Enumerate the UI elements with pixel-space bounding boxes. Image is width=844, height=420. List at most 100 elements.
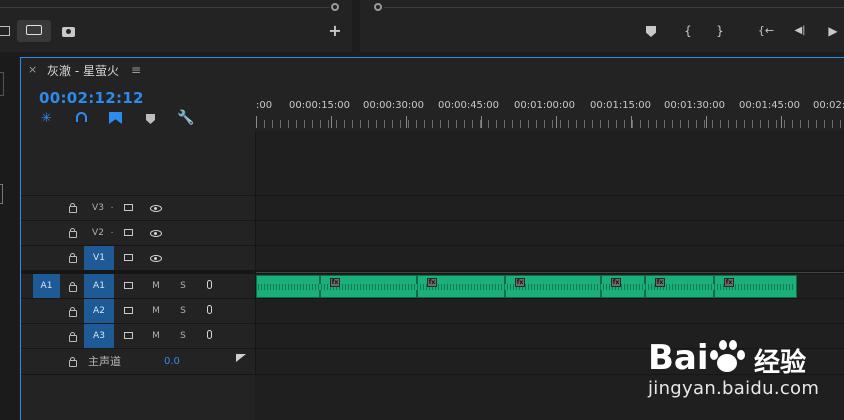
watermark: Bai 经验 jingyan.baidu.com bbox=[644, 332, 844, 412]
track-dot: . bbox=[110, 226, 114, 236]
lock-icon-body bbox=[69, 256, 77, 263]
lock-icon-body bbox=[69, 206, 77, 213]
toggle-output-eye-icon[interactable] bbox=[150, 205, 162, 212]
track-target-a3[interactable]: A3 bbox=[84, 324, 114, 348]
ruler-label: 00:02:0 bbox=[813, 100, 844, 111]
mark-in-button[interactable]: { bbox=[683, 24, 693, 38]
lock-icon-body bbox=[69, 360, 77, 367]
overwrite-icon bbox=[26, 25, 42, 35]
lock-icon-body bbox=[69, 310, 77, 317]
toggle-output-eye-icon[interactable] bbox=[150, 230, 162, 237]
track-label-v2[interactable]: V2 bbox=[88, 228, 108, 238]
eye-pupil bbox=[154, 256, 157, 260]
track-dot: . bbox=[110, 201, 114, 211]
ruler-major-ticks bbox=[256, 116, 844, 128]
toggle-sync-lock-icon[interactable] bbox=[124, 254, 133, 261]
camera-icon[interactable] bbox=[62, 27, 75, 37]
source-playhead-knob[interactable] bbox=[331, 3, 339, 11]
toggle-sync-lock-icon[interactable] bbox=[124, 204, 133, 211]
play-button[interactable]: ▶ bbox=[826, 24, 840, 38]
add-button[interactable]: + bbox=[328, 23, 342, 39]
watermark-url: jingyan.baidu.com bbox=[648, 378, 820, 399]
fx-badge[interactable]: fx bbox=[611, 278, 621, 287]
baidu-paw-icon bbox=[706, 338, 746, 374]
watermark-brand: Bai bbox=[648, 338, 709, 378]
lock-icon-body bbox=[69, 335, 77, 342]
toggle-output-eye-icon[interactable] bbox=[150, 255, 162, 262]
track-target-a2[interactable]: A2 bbox=[84, 299, 114, 323]
fx-badge[interactable]: fx bbox=[724, 278, 734, 287]
close-tab-button[interactable]: × bbox=[28, 63, 37, 76]
mark-out-button[interactable]: } bbox=[715, 24, 725, 38]
watermark-cn: 经验 bbox=[754, 348, 807, 378]
paw-toe bbox=[737, 350, 745, 360]
program-playhead-knob[interactable] bbox=[374, 3, 382, 11]
camera-lens bbox=[66, 29, 71, 34]
mute-button[interactable]: M bbox=[150, 331, 162, 341]
eye-pupil bbox=[154, 206, 157, 210]
paw-toe bbox=[719, 340, 727, 350]
voice-over-mic-icon[interactable] bbox=[207, 305, 212, 314]
tool-edge[interactable] bbox=[0, 184, 3, 204]
timeline-empty-area bbox=[256, 131, 844, 195]
ruler-label: :00 bbox=[256, 100, 273, 111]
sequence-tab-title[interactable]: 灰澈 - 星萤火 bbox=[47, 62, 119, 79]
step-back-button[interactable]: ◀| bbox=[792, 24, 808, 38]
track-header-empty bbox=[21, 131, 255, 195]
track-header-v2 bbox=[21, 221, 255, 245]
lock-icon-body bbox=[69, 231, 77, 238]
playhead-timecode[interactable]: 00:02:12:12 bbox=[39, 89, 144, 107]
ruler-label: 00:01:00:00 bbox=[514, 100, 576, 111]
search-box-edge[interactable] bbox=[0, 72, 4, 96]
toggle-sync-lock-icon[interactable] bbox=[124, 332, 133, 339]
fx-badge[interactable]: fx bbox=[330, 278, 340, 287]
toggle-sync-lock-icon[interactable] bbox=[124, 229, 133, 236]
voice-over-mic-icon[interactable] bbox=[207, 280, 212, 289]
toggle-sync-lock-icon[interactable] bbox=[124, 282, 133, 289]
track-header-v3 bbox=[21, 196, 255, 220]
ruler-label: 00:00:15:00 bbox=[289, 100, 351, 111]
track-lane-v2[interactable] bbox=[256, 221, 844, 245]
eye-pupil bbox=[154, 231, 157, 235]
fx-badge[interactable]: fx bbox=[655, 278, 665, 287]
go-to-in-button[interactable]: {← bbox=[756, 24, 776, 38]
voice-over-mic-icon[interactable] bbox=[207, 330, 212, 339]
mute-button[interactable]: M bbox=[150, 281, 162, 291]
track-header-master bbox=[21, 349, 255, 374]
snap-icon[interactable] bbox=[76, 112, 87, 122]
program-scrub-track[interactable] bbox=[384, 7, 844, 8]
track-header-bottom bbox=[21, 375, 255, 420]
solo-button[interactable]: S bbox=[177, 281, 189, 291]
mute-button[interactable]: M bbox=[150, 306, 162, 316]
ruler-label: 00:01:45:00 bbox=[739, 100, 801, 111]
project-panel-edge bbox=[0, 57, 18, 420]
track-label-v3[interactable]: V3 bbox=[88, 203, 108, 213]
track-target-v1[interactable]: V1 bbox=[84, 246, 114, 270]
insert-icon[interactable] bbox=[0, 26, 10, 36]
toggle-sync-lock-icon[interactable] bbox=[124, 307, 133, 314]
video-audio-divider-line bbox=[256, 272, 844, 273]
ruler-label: 00:00:45:00 bbox=[438, 100, 500, 111]
paw-toe bbox=[729, 340, 737, 350]
ruler-label: 00:00:30:00 bbox=[363, 100, 425, 111]
fx-badge[interactable]: fx bbox=[515, 278, 525, 287]
solo-button[interactable]: S bbox=[177, 306, 189, 316]
paw-pad bbox=[717, 354, 737, 372]
master-track-label: 主声道 bbox=[88, 355, 121, 368]
panel-menu-icon[interactable]: ≡ bbox=[131, 63, 141, 77]
source-scrub-track[interactable] bbox=[0, 7, 330, 8]
track-lane-v3[interactable] bbox=[256, 196, 844, 220]
track-lane-v1[interactable] bbox=[256, 246, 844, 270]
track-target-a1[interactable]: A1 bbox=[84, 274, 114, 298]
solo-button[interactable]: S bbox=[177, 331, 189, 341]
fx-badge[interactable]: fx bbox=[427, 278, 437, 287]
wrench-icon[interactable]: 🔧 bbox=[177, 110, 194, 126]
track-header-a3 bbox=[21, 324, 255, 348]
nest-sequence-icon[interactable]: ✳ bbox=[41, 111, 52, 126]
source-patch-a1[interactable]: A1 bbox=[33, 274, 60, 298]
track-header-a2 bbox=[21, 299, 255, 323]
master-volume-value[interactable]: 0.0 bbox=[164, 356, 180, 367]
lock-icon-body bbox=[69, 285, 77, 292]
track-lane-a2[interactable] bbox=[256, 299, 844, 323]
track-header-v1 bbox=[21, 246, 255, 270]
